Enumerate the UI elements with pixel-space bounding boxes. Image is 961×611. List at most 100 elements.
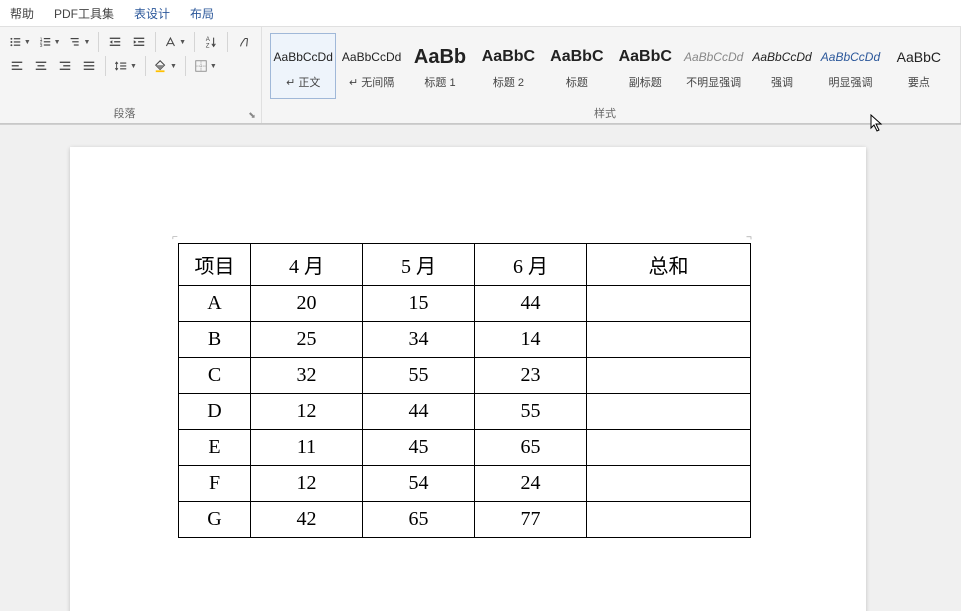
tab-help[interactable]: 帮助 <box>0 1 44 26</box>
multilevel-list-button[interactable]: ▼ <box>66 31 94 53</box>
table-cell[interactable]: 42 <box>251 502 363 538</box>
style-item[interactable]: AaBbC标题 <box>544 33 610 99</box>
tab-table-design[interactable]: 表设计 <box>124 1 180 26</box>
table-cell[interactable]: E <box>179 430 251 466</box>
document-area[interactable]: ⌐ ¬ 项目4 月5 月6 月总和 A201544B253414C325523D… <box>0 125 961 611</box>
style-preview: AaBbC <box>547 42 607 72</box>
style-item[interactable]: AaBbCcDd不明显强调 <box>680 33 746 99</box>
table-cell[interactable]: 55 <box>363 358 475 394</box>
table-row[interactable]: D124455 <box>179 394 751 430</box>
table-header-cell[interactable]: 5 月 <box>363 244 475 286</box>
table-cell[interactable] <box>587 358 751 394</box>
table-cell[interactable]: 44 <box>363 394 475 430</box>
styles-gallery[interactable]: AaBbCcDd↵ 正文AaBbCcDd↵ 无间隔AaBb标题 1AaBbC标题… <box>270 33 952 99</box>
table-cell[interactable]: 65 <box>475 430 587 466</box>
numbered-list-button[interactable]: 123▼ <box>36 31 64 53</box>
table-cell[interactable]: 12 <box>251 466 363 502</box>
table-cell[interactable]: F <box>179 466 251 502</box>
style-item[interactable]: AaBb 标题 1 <box>407 33 473 99</box>
table-cell[interactable]: 77 <box>475 502 587 538</box>
decrease-indent-button[interactable] <box>104 31 126 53</box>
table-cell[interactable]: 23 <box>475 358 587 394</box>
style-item[interactable]: AaBbC副标题 <box>612 33 678 99</box>
increase-indent-button[interactable] <box>128 31 150 53</box>
table-cell[interactable]: 65 <box>363 502 475 538</box>
document-page[interactable]: ⌐ ¬ 项目4 月5 月6 月总和 A201544B253414C325523D… <box>70 147 866 611</box>
table-row[interactable]: C325523 <box>179 358 751 394</box>
table-cell[interactable]: 15 <box>363 286 475 322</box>
style-name-label: 要点 <box>908 74 930 90</box>
asian-layout-button[interactable]: ▼ <box>161 31 189 53</box>
style-item[interactable]: AaBbCcDd明显强调 <box>817 33 883 99</box>
table-cell[interactable]: G <box>179 502 251 538</box>
table-cell[interactable]: B <box>179 322 251 358</box>
tab-layout[interactable]: 布局 <box>180 1 224 26</box>
paragraph-launcher-icon[interactable]: ⬊ <box>246 109 258 121</box>
table-row[interactable]: B253414 <box>179 322 751 358</box>
table-header-cell[interactable]: 6 月 <box>475 244 587 286</box>
table-cell[interactable]: 32 <box>251 358 363 394</box>
style-preview: AaBbCcDd <box>820 42 880 72</box>
align-justify-button[interactable] <box>78 55 100 77</box>
table-row[interactable]: F125424 <box>179 466 751 502</box>
style-name-label: 强调 <box>771 74 793 90</box>
table-cell[interactable]: C <box>179 358 251 394</box>
style-preview: AaBb <box>410 42 470 72</box>
table-header-cell[interactable]: 项目 <box>179 244 251 286</box>
style-preview: AaBbC <box>615 42 675 72</box>
table-cell[interactable]: 54 <box>363 466 475 502</box>
table-cell[interactable]: 12 <box>251 394 363 430</box>
table-cell[interactable]: 20 <box>251 286 363 322</box>
bullet-list-button[interactable]: ▼ <box>6 31 34 53</box>
style-name-label: 标题 1 <box>424 74 455 90</box>
tab-pdf-tools[interactable]: PDF工具集 <box>44 1 124 26</box>
ribbon-toolbar: ▼ 123▼ ▼ <box>0 26 961 124</box>
align-center-button[interactable] <box>30 55 52 77</box>
line-spacing-button[interactable]: ▼ <box>111 55 140 77</box>
style-item[interactable]: AaBbCcDd↵ 正文 <box>270 33 336 99</box>
table-cell[interactable]: 55 <box>475 394 587 430</box>
svg-text:3: 3 <box>40 43 43 49</box>
style-preview: AaBbC <box>889 42 949 72</box>
document-table[interactable]: 项目4 月5 月6 月总和 A201544B253414C325523D1244… <box>178 243 751 538</box>
table-cell[interactable] <box>587 502 751 538</box>
align-right-button[interactable] <box>54 55 76 77</box>
table-cell[interactable]: 11 <box>251 430 363 466</box>
group-label-paragraph: 段落 <box>0 105 249 121</box>
separator <box>145 56 146 76</box>
ribbon-tabs: 帮助 PDF工具集 表设计 布局 <box>0 0 961 26</box>
style-name-label: ↵ 无间隔 <box>349 74 394 90</box>
table-cell[interactable] <box>587 466 751 502</box>
table-header-cell[interactable]: 总和 <box>587 244 751 286</box>
table-cell[interactable]: 24 <box>475 466 587 502</box>
sort-button[interactable]: AZ <box>200 31 222 53</box>
style-item[interactable]: AaBbCcDd↵ 无间隔 <box>338 33 404 99</box>
table-cell[interactable]: 45 <box>363 430 475 466</box>
style-preview: AaBbCcDd <box>273 42 333 72</box>
table-cell[interactable] <box>587 322 751 358</box>
table-cell[interactable] <box>587 286 751 322</box>
borders-button[interactable]: ▼ <box>191 55 220 77</box>
align-left-button[interactable] <box>6 55 28 77</box>
separator <box>194 32 195 52</box>
style-item[interactable]: AaBbCcDd 强调 <box>749 33 815 99</box>
table-cell[interactable]: 44 <box>475 286 587 322</box>
style-item[interactable]: AaBbC标题 2 <box>475 33 541 99</box>
table-row[interactable]: G426577 <box>179 502 751 538</box>
show-paragraph-marks-button[interactable] <box>233 31 255 53</box>
style-item[interactable]: AaBbC 要点 <box>886 33 952 99</box>
table-header-cell[interactable]: 4 月 <box>251 244 363 286</box>
shading-button[interactable]: ▼ <box>151 55 180 77</box>
table-cell[interactable] <box>587 430 751 466</box>
table-row[interactable]: A201544 <box>179 286 751 322</box>
separator <box>155 32 156 52</box>
table-cell[interactable]: 34 <box>363 322 475 358</box>
table-cell[interactable]: 25 <box>251 322 363 358</box>
style-preview: AaBbCcDd <box>752 42 812 72</box>
separator <box>227 32 228 52</box>
table-cell[interactable]: D <box>179 394 251 430</box>
table-cell[interactable]: 14 <box>475 322 587 358</box>
table-cell[interactable] <box>587 394 751 430</box>
table-cell[interactable]: A <box>179 286 251 322</box>
table-row[interactable]: E114565 <box>179 430 751 466</box>
